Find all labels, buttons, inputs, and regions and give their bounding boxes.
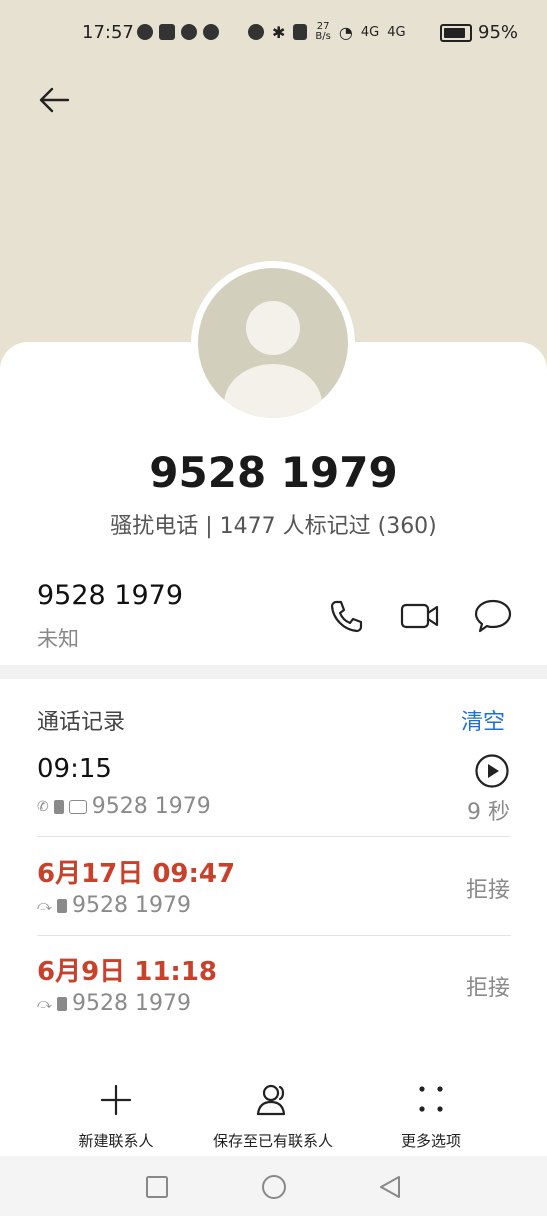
clear-log-button[interactable]: 清空	[461, 704, 505, 736]
save-existing-contact-label: 保存至已有联系人	[212, 1132, 333, 1150]
incoming-call-icon: ✆	[37, 798, 49, 815]
network-speed: 27 B/s	[315, 22, 330, 42]
rejected-call-icon: ⤼	[37, 897, 52, 914]
call-log-detail: ⤼ 9528 1979	[37, 991, 191, 1016]
phone-icon	[330, 600, 363, 633]
call-log-title: 通话记录	[37, 710, 126, 735]
call-log-time: 09:15	[37, 754, 112, 784]
message-icon	[474, 599, 512, 633]
save-existing-contact-button[interactable]: 保存至已有联系人	[203, 1080, 343, 1151]
notification-icons	[137, 24, 219, 40]
play-icon	[475, 754, 509, 788]
avatar-placeholder-icon	[198, 268, 348, 418]
call-log-number: 9528 1979	[91, 794, 211, 819]
call-log-number: 9528 1979	[71, 893, 191, 918]
status-bar: 17:57 ✱ 27 B/s ◔ 4G 4G 95%	[0, 0, 547, 68]
alarm-icon	[248, 24, 264, 40]
signal-2-label: 4G	[387, 24, 406, 40]
back-button[interactable]	[32, 78, 76, 122]
sim-card-icon	[56, 996, 67, 1011]
back-arrow-icon	[39, 87, 70, 113]
row-divider	[37, 836, 511, 837]
battery-icon	[440, 23, 472, 42]
tiktok-icon	[159, 24, 175, 40]
new-contact-button[interactable]: 新建联系人	[66, 1080, 166, 1151]
section-divider	[0, 665, 547, 679]
network-speed-unit: B/s	[315, 31, 331, 42]
phone-number[interactable]: 9528 1979	[37, 580, 183, 611]
call-status: 拒接	[465, 878, 510, 903]
message-button[interactable]	[471, 594, 515, 638]
plus-icon	[100, 1084, 132, 1116]
battery-percent: 95%	[478, 22, 519, 43]
more-options-button[interactable]: 更多选项	[386, 1080, 476, 1151]
call-duration: 9 秒	[467, 800, 510, 825]
call-button[interactable]	[324, 594, 368, 638]
row-divider	[37, 935, 511, 936]
more-options-label: 更多选项	[400, 1132, 461, 1150]
status-time: 17:57	[82, 22, 134, 43]
rejected-call-icon: ⤼	[37, 995, 52, 1012]
more-dots-icon	[419, 1086, 443, 1112]
play-recording-button[interactable]	[474, 753, 510, 789]
call-log-detail: ⤼ 9528 1979	[37, 893, 191, 918]
system-icons: ✱ 27 B/s ◔ 4G 4G	[248, 22, 406, 42]
avatar-body	[224, 364, 322, 418]
battery-indicator: 95%	[440, 22, 518, 43]
wechat-icon	[203, 24, 219, 40]
spam-tag-label: 骚扰电话 | 1477 人标记过 (360)	[110, 514, 437, 539]
number-location: 未知	[37, 627, 79, 651]
contact-number-title: 9528 1979	[149, 448, 398, 497]
avatar	[191, 261, 355, 425]
call-log-time: 6月9日 11:18	[37, 957, 217, 987]
home-button[interactable]	[259, 1172, 289, 1202]
person-icon	[256, 1084, 286, 1116]
audio-app-icon	[137, 24, 153, 40]
sim-card-icon	[56, 898, 67, 913]
navigation-bar	[0, 1156, 547, 1216]
wifi-icon: ◔	[338, 22, 353, 42]
new-contact-label: 新建联系人	[78, 1132, 154, 1150]
voicemail-icon	[68, 799, 87, 814]
vibrate-icon	[293, 24, 308, 40]
avatar-head	[246, 301, 300, 355]
call-status: 拒接	[465, 976, 510, 1001]
chat-bubble-icon	[181, 24, 197, 40]
signal-1-label: 4G	[360, 24, 380, 40]
video-call-icon	[400, 603, 439, 629]
call-log-time: 6月17日 09:47	[37, 859, 236, 889]
back-nav-button[interactable]	[375, 1172, 405, 1202]
bluetooth-icon: ✱	[272, 22, 286, 42]
call-log-number: 9528 1979	[71, 991, 191, 1016]
video-call-button[interactable]	[398, 594, 442, 638]
call-log-detail: ✆ 9528 1979	[37, 794, 211, 819]
recents-button[interactable]	[142, 1172, 172, 1202]
sim-card-icon	[53, 799, 64, 814]
